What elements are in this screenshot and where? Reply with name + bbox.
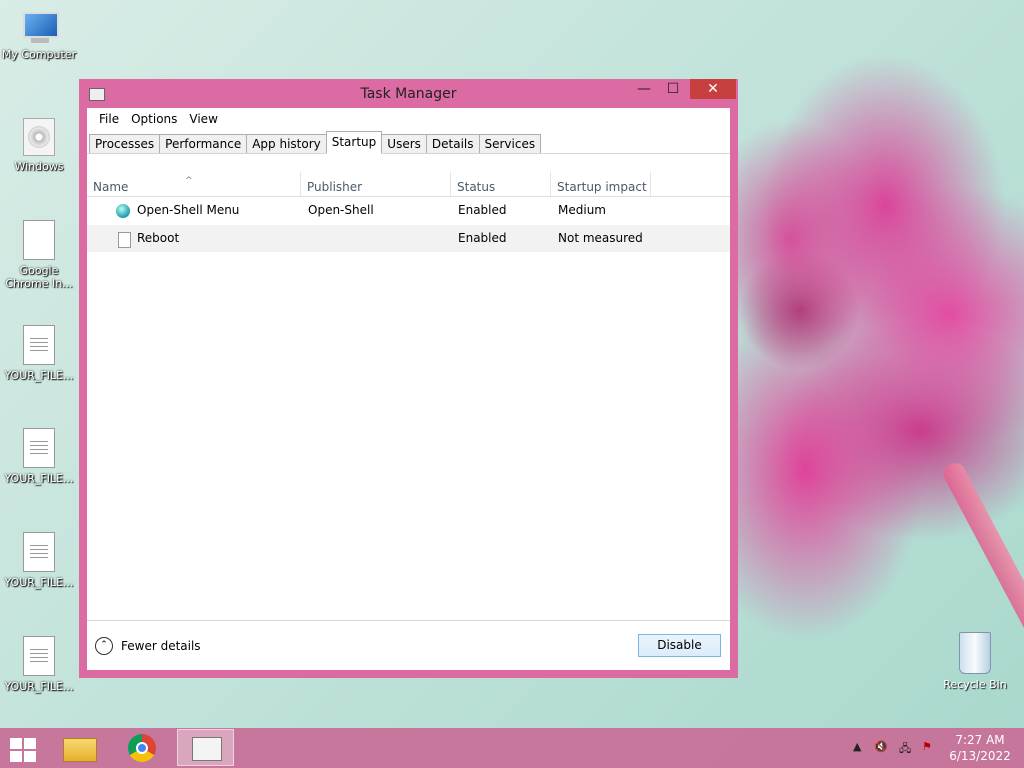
open-shell-icon	[116, 204, 130, 218]
sort-ascending-icon: ^	[185, 176, 193, 186]
tab-app-history[interactable]: App history	[246, 134, 327, 154]
desktop-icon-my-computer[interactable]: My Computer	[0, 12, 78, 61]
desktop-icon-your-file-3[interactable]: YOUR_FILE...	[0, 532, 78, 589]
blank-file-icon	[118, 232, 131, 248]
disable-button[interactable]: Disable	[638, 634, 721, 657]
clock-time: 7:27 AM	[955, 733, 1005, 747]
desktop-icon-your-file-4[interactable]: YOUR_FILE...	[0, 636, 78, 693]
text-file-icon	[23, 428, 55, 468]
system-clock[interactable]: 7:27 AM 6/13/2022	[940, 732, 1020, 764]
tab-performance[interactable]: Performance	[159, 134, 248, 154]
column-header-publisher[interactable]: Publisher	[301, 172, 451, 196]
chevron-up-icon: ⌃	[95, 637, 113, 655]
action-center-flag-icon[interactable]: ⚑	[922, 740, 932, 753]
column-headers: ^ Name Publisher Status Startup impact	[87, 172, 730, 197]
row-name: Open-Shell Menu	[137, 203, 240, 217]
row-impact: Not measured	[558, 231, 643, 245]
recycle-bin-icon	[959, 632, 991, 674]
chrome-icon	[128, 734, 156, 762]
taskbar-file-explorer[interactable]	[51, 729, 108, 766]
table-row[interactable]: Reboot Enabled Not measured	[87, 225, 730, 252]
tab-users[interactable]: Users	[381, 134, 427, 154]
close-button[interactable]: ✕	[690, 79, 736, 99]
fewer-details-label: Fewer details	[121, 639, 201, 653]
text-file-icon	[23, 532, 55, 572]
desktop-icon-label: My Computer	[1, 48, 77, 61]
network-icon[interactable]: 🖧	[899, 740, 911, 759]
desktop-icon-recycle-bin[interactable]: Recycle Bin	[940, 632, 1010, 691]
tab-details[interactable]: Details	[425, 134, 480, 154]
desktop-icon-your-file-1[interactable]: YOUR_FILE...	[0, 325, 78, 382]
volume-muted-icon[interactable]: 🔇	[874, 740, 888, 753]
column-header-name[interactable]: ^ Name	[87, 172, 301, 196]
row-name: Reboot	[137, 231, 180, 245]
disc-icon	[23, 118, 55, 156]
tab-services[interactable]: Services	[478, 134, 542, 154]
taskbar: ▲ 🔇 🖧 ⚑ 7:27 AM 6/13/2022	[0, 728, 1024, 768]
tab-processes[interactable]: Processes	[89, 134, 161, 154]
row-publisher: Open-Shell	[308, 203, 374, 217]
desktop-icon-label: YOUR_FILE...	[4, 472, 74, 485]
menu-options[interactable]: Options	[125, 112, 183, 126]
title-bar[interactable]: Task Manager — ☐ ✕	[79, 79, 738, 107]
maximize-button[interactable]: ☐	[660, 79, 686, 99]
tab-divider	[87, 153, 730, 154]
menu-file[interactable]: File	[93, 112, 125, 126]
desktop-icon-chrome-installer[interactable]: Google Chrome In...	[0, 220, 78, 290]
desktop-icon-your-file-2[interactable]: YOUR_FILE...	[0, 428, 78, 485]
wallpaper-stem	[940, 459, 1024, 735]
computer-icon	[19, 12, 59, 44]
file-explorer-icon	[63, 738, 97, 762]
row-status: Enabled	[458, 231, 507, 245]
footer-divider	[87, 620, 730, 621]
row-impact: Medium	[558, 203, 606, 217]
task-manager-window: Task Manager — ☐ ✕ File Options View Pro…	[79, 79, 738, 678]
taskbar-task-manager[interactable]	[177, 729, 234, 766]
minimize-button[interactable]: —	[631, 79, 657, 99]
windows-logo-icon	[10, 738, 22, 749]
start-button[interactable]	[8, 736, 38, 762]
desktop-icon-label: Google Chrome In...	[5, 264, 73, 290]
file-icon	[23, 220, 55, 260]
show-hidden-icons-chevron-icon[interactable]: ▲	[853, 740, 861, 753]
window-client: File Options View Processes Performance …	[87, 108, 730, 670]
desktop-icon-label: YOUR_FILE...	[4, 576, 74, 589]
desktop-icon-windows[interactable]: Windows	[0, 118, 78, 173]
menu-bar: File Options View	[87, 108, 730, 130]
column-header-status[interactable]: Status	[451, 172, 551, 196]
row-status: Enabled	[458, 203, 507, 217]
desktop-icon-label: Windows	[14, 160, 64, 173]
column-header-startup-impact[interactable]: Startup impact	[551, 172, 651, 196]
task-manager-icon	[192, 737, 222, 761]
taskbar-chrome[interactable]	[114, 729, 171, 766]
text-file-icon	[23, 636, 55, 676]
desktop-icon-label: Recycle Bin	[943, 678, 1007, 691]
fewer-details-link[interactable]: ⌃ Fewer details	[95, 636, 201, 656]
text-file-icon	[23, 325, 55, 365]
desktop-icon-label: YOUR_FILE...	[4, 369, 74, 382]
menu-view[interactable]: View	[183, 112, 223, 126]
table-row[interactable]: Open-Shell Menu Open-Shell Enabled Mediu…	[87, 197, 730, 224]
tab-strip: Processes Performance App history Startu…	[89, 131, 542, 154]
clock-date: 6/13/2022	[949, 749, 1011, 763]
tab-startup[interactable]: Startup	[325, 131, 383, 154]
desktop-icon-label: YOUR_FILE...	[4, 680, 74, 693]
